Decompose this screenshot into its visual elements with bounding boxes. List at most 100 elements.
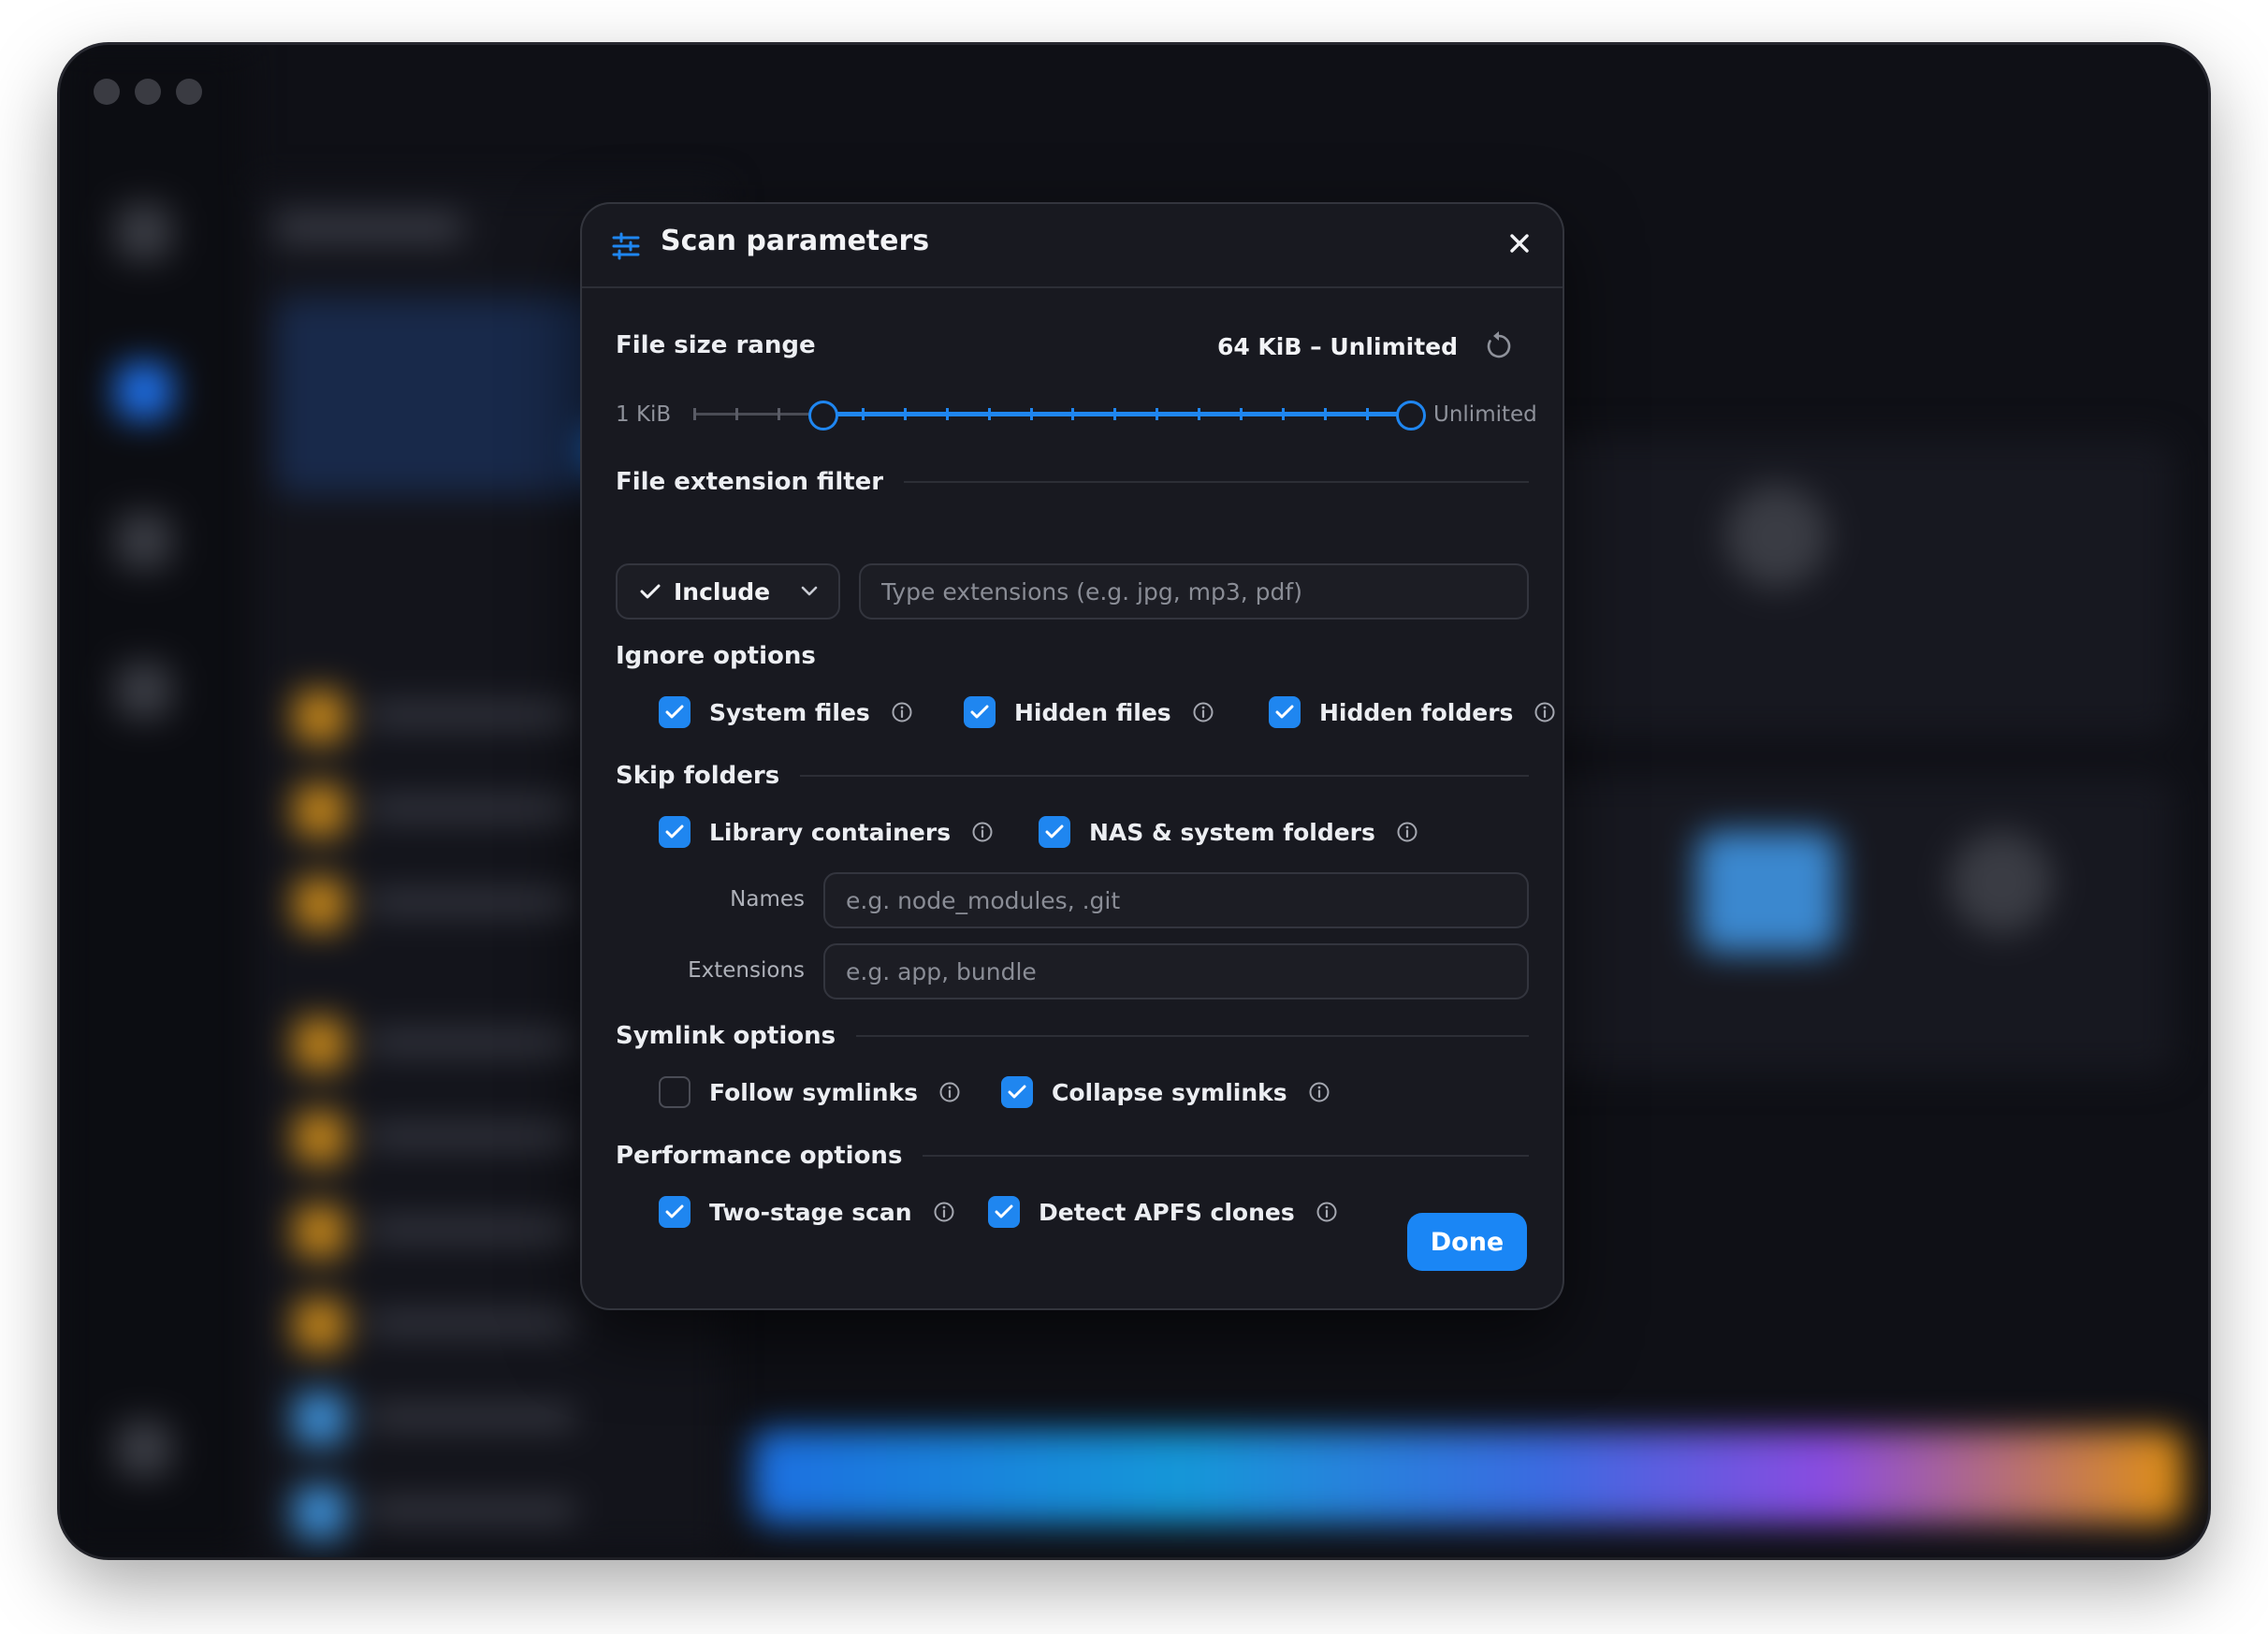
nas-system-folders-option[interactable]: NAS & system folders xyxy=(1039,816,1418,848)
ignore-options-label: Ignore options xyxy=(616,642,816,670)
file-size-slider[interactable]: 1 KiB Unlimited xyxy=(616,395,1537,432)
close-window-button[interactable] xyxy=(94,79,120,105)
skip-folders-label: Skip folders xyxy=(616,762,780,790)
info-icon[interactable] xyxy=(971,821,994,843)
detect-apfs-clones-label: Detect APFS clones xyxy=(1039,1198,1295,1226)
info-icon[interactable] xyxy=(1316,1201,1338,1223)
zoom-window-button[interactable] xyxy=(176,79,202,105)
skip-names-input[interactable] xyxy=(823,872,1529,928)
close-icon xyxy=(1510,234,1529,253)
background-sidebar xyxy=(60,45,247,1557)
info-icon[interactable] xyxy=(1534,701,1556,723)
hidden-files-label: Hidden files xyxy=(1014,698,1171,726)
system-files-option[interactable]: System files xyxy=(659,696,913,728)
reset-icon[interactable] xyxy=(1482,329,1516,363)
info-icon[interactable] xyxy=(891,701,913,723)
follow-symlinks-label: Follow symlinks xyxy=(709,1078,919,1106)
minimize-window-button[interactable] xyxy=(135,79,161,105)
slider-max-handle[interactable] xyxy=(1396,401,1426,430)
symlink-options-label: Symlink options xyxy=(616,1022,836,1050)
file-size-range-label: File size range xyxy=(616,331,816,359)
slider-tick xyxy=(1240,408,1243,420)
collapse-symlinks-checkbox[interactable] xyxy=(1001,1076,1033,1108)
checkmark-icon xyxy=(970,705,989,719)
names-field-label: Names xyxy=(730,887,805,912)
info-icon[interactable] xyxy=(938,1081,961,1103)
slider-tick xyxy=(693,408,696,420)
dialog-header: Scan parameters xyxy=(582,204,1563,288)
slider-tick xyxy=(1071,408,1075,420)
skip-folders-heading: Skip folders xyxy=(616,762,1529,790)
nas-system-folders-label: NAS & system folders xyxy=(1089,818,1375,846)
close-dialog-button[interactable] xyxy=(1501,225,1538,262)
performance-options-heading: Performance options xyxy=(616,1142,1529,1170)
nas-system-folders-checkbox[interactable] xyxy=(1039,816,1070,848)
detect-apfs-clones-checkbox[interactable] xyxy=(988,1196,1020,1228)
chevron-down-icon xyxy=(801,586,818,596)
hidden-files-checkbox[interactable] xyxy=(964,696,996,728)
checkmark-icon xyxy=(665,824,684,839)
performance-options-label: Performance options xyxy=(616,1142,903,1170)
scan-parameters-dialog: Scan parameters File size range 64 KiB –… xyxy=(582,204,1563,1308)
checkmark-icon xyxy=(665,1204,684,1218)
done-button[interactable]: Done xyxy=(1407,1213,1527,1271)
filter-mode-label: Include xyxy=(674,577,771,605)
extensions-field-label: Extensions xyxy=(688,958,805,983)
slider-tick xyxy=(1198,408,1201,420)
checkmark-icon xyxy=(640,584,661,599)
file-extension-filter-heading: File extension filter xyxy=(616,468,1529,496)
system-files-label: System files xyxy=(709,698,870,726)
slider-tick xyxy=(1282,408,1286,420)
hidden-folders-checkbox[interactable] xyxy=(1269,696,1301,728)
file-extension-filter-label: File extension filter xyxy=(616,468,884,496)
two-stage-scan-option[interactable]: Two-stage scan xyxy=(659,1196,955,1228)
collapse-symlinks-label: Collapse symlinks xyxy=(1052,1078,1287,1106)
follow-symlinks-option[interactable]: Follow symlinks xyxy=(659,1076,961,1108)
checkmark-icon xyxy=(1008,1085,1026,1099)
library-containers-option[interactable]: Library containers xyxy=(659,816,994,848)
slider-tick xyxy=(1113,408,1117,420)
checkmark-icon xyxy=(1045,824,1064,839)
hidden-files-option[interactable]: Hidden files xyxy=(964,696,1214,728)
slider-tick xyxy=(777,408,780,420)
slider-max-label: Unlimited xyxy=(1433,402,1537,427)
background-list-header xyxy=(275,213,462,241)
checkmark-icon xyxy=(995,1204,1013,1218)
info-icon[interactable] xyxy=(933,1201,955,1223)
symlink-options-heading: Symlink options xyxy=(616,1022,1529,1050)
detect-apfs-clones-option[interactable]: Detect APFS clones xyxy=(988,1196,1338,1228)
slider-min-label: 1 KiB xyxy=(616,402,672,427)
collapse-symlinks-option[interactable]: Collapse symlinks xyxy=(1001,1076,1330,1108)
filter-mode-dropdown[interactable]: Include xyxy=(616,563,840,620)
slider-tick xyxy=(945,408,949,420)
dialog-title: Scan parameters xyxy=(661,225,930,257)
background-nav-icon xyxy=(116,1421,172,1477)
slider-tick xyxy=(1366,408,1370,420)
file-size-range-value: 64 KiB – Unlimited xyxy=(1216,333,1458,360)
system-files-checkbox[interactable] xyxy=(659,696,691,728)
slider-tick xyxy=(987,408,991,420)
background-nav-icon xyxy=(116,363,172,419)
two-stage-scan-checkbox[interactable] xyxy=(659,1196,691,1228)
file-size-range-heading: File size range xyxy=(616,331,816,359)
slider-tick xyxy=(903,408,907,420)
hidden-folders-label: Hidden folders xyxy=(1319,698,1514,726)
sliders-icon xyxy=(612,232,640,260)
slider-min-handle[interactable] xyxy=(808,401,838,430)
info-icon[interactable] xyxy=(1396,821,1418,843)
hidden-folders-option[interactable]: Hidden folders xyxy=(1269,696,1556,728)
background-nav-icon xyxy=(116,513,172,569)
follow-symlinks-checkbox[interactable] xyxy=(659,1076,691,1108)
slider-tick xyxy=(861,408,865,420)
library-containers-checkbox[interactable] xyxy=(659,816,691,848)
checkmark-icon xyxy=(1275,705,1294,719)
skip-extensions-input[interactable] xyxy=(823,943,1529,999)
background-gradient-bar xyxy=(752,1430,2184,1524)
background-nav-icon xyxy=(116,663,172,719)
window-controls xyxy=(94,79,202,105)
info-icon[interactable] xyxy=(1308,1081,1330,1103)
ignore-options-heading: Ignore options xyxy=(616,642,816,670)
info-icon[interactable] xyxy=(1192,701,1214,723)
slider-track xyxy=(694,413,821,416)
extensions-input[interactable] xyxy=(859,563,1529,620)
